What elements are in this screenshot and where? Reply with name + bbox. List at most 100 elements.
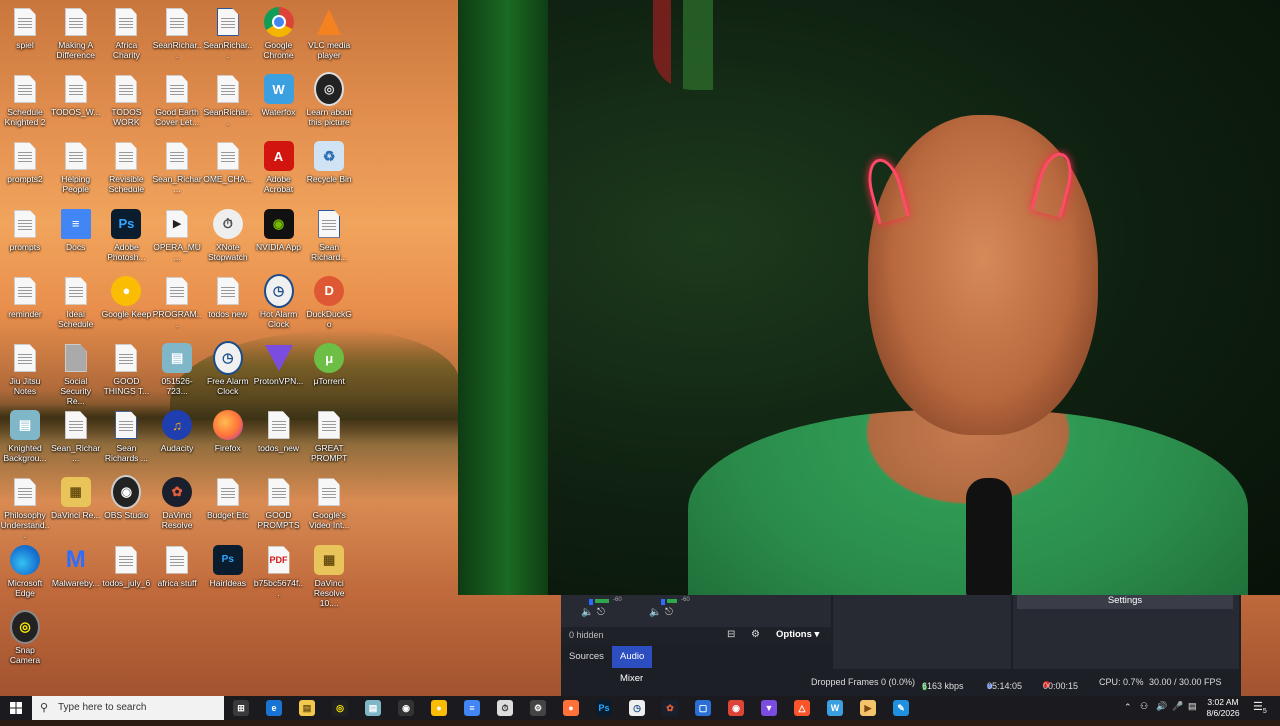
desktop-icon[interactable]: africa stuff (152, 544, 202, 588)
davinci-icon[interactable]: ✿ (662, 700, 678, 716)
stopwatch-icon[interactable]: ⏱ (497, 700, 513, 716)
clock-icon[interactable]: ◷ (629, 700, 645, 716)
video-editor-icon[interactable]: ▶ (860, 700, 876, 716)
settings-button[interactable]: Settings (1017, 595, 1233, 609)
desktop-icon[interactable]: prompts2 (0, 140, 50, 184)
image-viewer-icon[interactable]: ▤ (365, 700, 381, 716)
desktop-icon[interactable]: Philosophy Understand... (0, 476, 50, 540)
desktop-icon[interactable]: D DuckDuckGo (304, 275, 354, 329)
desktop-icon[interactable]: ▦ DaVinci Resolve 10.... (304, 544, 354, 608)
desktop-icon[interactable]: Good Earth Cover Let... (152, 73, 202, 127)
desktop-icon[interactable]: Helping People (51, 140, 101, 194)
brave-icon[interactable]: △ (794, 700, 810, 716)
desktop-icon[interactable]: Sean_Richar... (51, 409, 101, 463)
desktop-icon[interactable]: ● Google Keep (101, 275, 151, 319)
paint-icon[interactable]: ✎ (893, 700, 909, 716)
settings-icon[interactable]: ⚙ (530, 700, 546, 716)
desktop-icon[interactable]: Ideal Schedule (51, 275, 101, 329)
desktop-icon[interactable]: prompts (0, 208, 50, 252)
monitor-icon[interactable]: ⎋ (597, 607, 605, 618)
desktop-icon[interactable]: Google Chrome (254, 6, 304, 60)
tab-sources[interactable]: Sources (561, 646, 612, 668)
desktop-icon[interactable]: ⏱ XNote Stopwatch (203, 208, 253, 262)
taskbar-clock[interactable]: 3:02 AM 8/6/2026 (1200, 696, 1246, 719)
desktop-icon[interactable]: reminder (0, 275, 50, 319)
desktop-icon[interactable]: Sean Richards ... (101, 409, 151, 463)
desktop-icon[interactable]: ≡ Docs (51, 208, 101, 252)
desktop-icon[interactable]: Jiu Jitsu Notes (0, 342, 50, 396)
options-dropdown[interactable]: Options ▾ (776, 629, 819, 640)
desktop-icon[interactable]: TODOS WORK (101, 73, 151, 127)
photoshop-icon[interactable]: Ps (596, 700, 612, 716)
tray-overflow-chevron-icon[interactable]: ⌃ (1124, 702, 1132, 726)
desktop-icon[interactable]: ◉ OBS Studio (101, 475, 151, 520)
edge-icon[interactable]: e (266, 700, 282, 716)
desktop-icon[interactable]: TODOS_W... (51, 73, 101, 117)
desktop-icon[interactable]: GOOD PROMPTS (254, 476, 304, 530)
waterfox-icon[interactable]: W (827, 700, 843, 716)
desktop-icon[interactable]: GOOD THINGS T... (101, 342, 151, 396)
desktop-icon[interactable]: Sean Richard... (304, 208, 354, 262)
tab-audio-mixer[interactable]: Audio Mixer (612, 646, 653, 684)
firefox-icon[interactable]: ● (563, 700, 579, 716)
desktop-icon[interactable]: W Waterfox (254, 73, 304, 117)
desktop-icon[interactable]: Schedule Knighted 2 (0, 73, 50, 127)
start-button[interactable] (0, 696, 32, 720)
desktop-icon[interactable]: ◎ Learn about this picture (304, 72, 354, 127)
desktop-icon[interactable]: Ps Adobe Photosh... (101, 208, 151, 262)
protonvpn-icon[interactable]: ▼ (761, 700, 777, 716)
desktop-icon[interactable]: ProtonVPN... (254, 342, 304, 386)
desktop-icon[interactable]: ◉ NVIDIA App (254, 208, 304, 252)
taskbar-search-box[interactable]: ⚲ Type here to search (32, 696, 224, 720)
desktop-icon[interactable]: Ps HairIdeas (203, 544, 253, 588)
desktop-icon[interactable]: ▤ 051526-723... (152, 342, 202, 396)
desktop-icon[interactable]: ✿ DaVinci Resolve (152, 476, 202, 530)
tray-app-icon[interactable]: ⚇ (1140, 701, 1148, 725)
snap-camera-icon[interactable]: ◎ (332, 700, 348, 716)
desktop-icon[interactable]: PDF b75bc5674f... (254, 544, 304, 598)
desktop-icon[interactable]: PROGRAM... (152, 275, 202, 329)
desktop-icon[interactable]: Microsoft Edge (0, 544, 50, 598)
file-explorer-icon[interactable]: ▤ (299, 700, 315, 716)
google-keep-icon[interactable]: ● (431, 700, 447, 716)
obs-icon[interactable]: ◉ (398, 700, 414, 716)
desktop-icon[interactable]: OME_CHA... (203, 140, 253, 184)
google-docs-icon[interactable]: ≡ (464, 700, 480, 716)
volume-icon[interactable]: 🔈 (581, 607, 593, 618)
calculator-icon[interactable]: ⊞ (233, 700, 249, 716)
desktop-icon[interactable]: A Adobe Acrobat (254, 140, 304, 194)
desktop-icon[interactable]: ♫ Audacity (152, 409, 202, 453)
desktop-icon[interactable]: ◎ Snap Camera (0, 609, 50, 665)
desktop-icon[interactable]: Sean_Richar... (152, 140, 202, 194)
desktop-icon[interactable]: ◷ Hot Alarm Clock (254, 273, 304, 329)
desktop-icon[interactable]: Making A Difference (51, 6, 101, 60)
window-icon[interactable]: ▢ (695, 700, 711, 716)
layout-toggle-icon[interactable]: ⊟ (727, 629, 735, 640)
desktop-icon[interactable]: todos_new (254, 409, 304, 453)
desktop-icon[interactable]: ▶ OPERA_MU... (152, 208, 202, 262)
volume-icon[interactable]: 🔈 (649, 607, 661, 618)
network-icon[interactable]: ▤ (1188, 701, 1197, 725)
notification-center-icon[interactable]: ☰5 (1253, 700, 1267, 724)
speaker-icon[interactable]: 🔊 (1156, 701, 1167, 725)
desktop-icon[interactable]: SeanRichar... (203, 73, 253, 127)
desktop-icon[interactable]: ▤ Knighted Backgrou... (0, 409, 50, 463)
desktop-icon[interactable]: todos_july_6 (101, 544, 151, 588)
desktop-icon[interactable]: Social Security Re... (51, 342, 101, 406)
desktop-icon[interactable]: todos new (203, 275, 253, 319)
desktop-icon[interactable]: GREAT PROMPT (304, 409, 354, 463)
desktop-icon[interactable]: μ μTorrent (304, 342, 354, 386)
desktop-icon[interactable]: SeanRichar... (203, 6, 253, 60)
desktop-icon[interactable]: Google's Video Int... (304, 476, 354, 530)
desktop-icon[interactable]: ◷ Free Alarm Clock (203, 341, 253, 396)
chrome-icon[interactable]: ◉ (728, 700, 744, 716)
desktop-icon[interactable]: spiel (0, 6, 50, 50)
desktop-icon[interactable]: SeanRichar... (152, 6, 202, 60)
desktop-icon[interactable]: Revisible Schedule (101, 140, 151, 194)
desktop-icon[interactable]: ▦ DaVinci Re... (51, 476, 101, 520)
desktop-icon[interactable]: ♻ Recycle Bin (304, 140, 354, 184)
microphone-icon[interactable]: 🎤 (1172, 701, 1183, 725)
desktop-icon[interactable]: Budget Etc (203, 476, 253, 520)
desktop-icon[interactable]: Firefox (203, 409, 253, 453)
gear-icon[interactable]: ⚙ (751, 629, 760, 640)
